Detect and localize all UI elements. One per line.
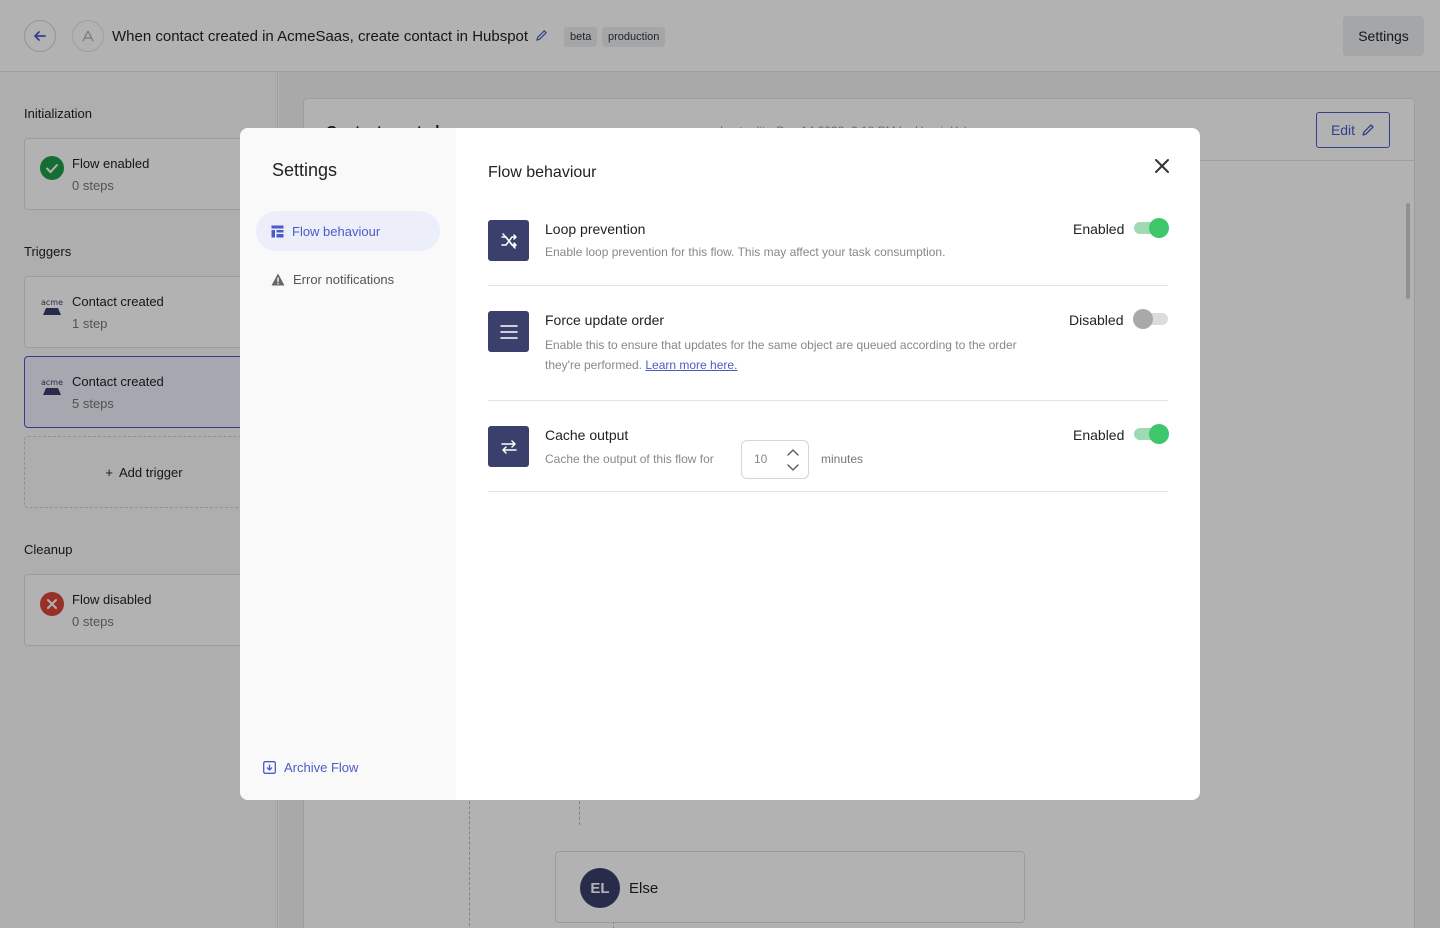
loop-prevention-toggle[interactable] <box>1134 218 1169 238</box>
divider <box>488 285 1168 286</box>
divider <box>488 400 1168 401</box>
divider <box>488 491 1168 492</box>
settings-content: Flow behaviour Loop prevention Enable lo… <box>456 128 1200 800</box>
setting-status: Enabled <box>1073 221 1125 237</box>
list-icon <box>488 311 529 352</box>
stepper-arrows-icon[interactable] <box>787 448 799 472</box>
minutes-unit: minutes <box>821 452 864 466</box>
archive-label: Archive Flow <box>284 760 359 775</box>
stepper-value: 10 <box>754 452 768 466</box>
settings-title: Settings <box>272 160 338 180</box>
swap-icon <box>488 426 529 467</box>
nav-flow-behaviour[interactable]: Flow behaviour <box>256 211 440 251</box>
section-title: Flow behaviour <box>488 164 597 181</box>
cache-output-toggle[interactable] <box>1134 424 1169 444</box>
archive-flow-button[interactable]: Archive Flow <box>263 760 358 775</box>
nav-error-notifications[interactable]: Error notifications <box>256 259 440 299</box>
toggle-knob <box>1133 309 1153 329</box>
close-button[interactable] <box>1152 156 1172 176</box>
nav-label: Error notifications <box>293 271 395 287</box>
setting-description: Enable this to ensure that updates for t… <box>545 335 1025 375</box>
learn-more-link[interactable]: Learn more here. <box>645 358 737 372</box>
setting-title: Cache output <box>545 427 629 443</box>
close-icon <box>1155 159 1169 173</box>
cache-minutes-stepper[interactable]: 10 <box>741 440 809 479</box>
setting-status: Enabled <box>1073 427 1125 443</box>
setting-title: Loop prevention <box>545 221 646 237</box>
setting-description: Enable loop prevention for this flow. Th… <box>545 245 946 259</box>
nav-label: Flow behaviour <box>292 223 381 239</box>
archive-icon <box>263 761 276 774</box>
loop-off-icon <box>488 220 529 261</box>
toggle-knob <box>1149 424 1169 444</box>
force-update-order-toggle[interactable] <box>1133 309 1168 329</box>
setting-description: Cache the output of this flow for <box>545 452 714 466</box>
description-text: Enable this to ensure that updates for t… <box>545 338 1017 372</box>
settings-modal: Settings Flow behaviour Error notificati… <box>240 128 1200 800</box>
layout-icon <box>271 225 284 237</box>
settings-nav: Settings Flow behaviour Error notificati… <box>240 128 456 800</box>
setting-title: Force update order <box>545 312 665 328</box>
setting-status: Disabled <box>1069 312 1124 328</box>
warning-icon <box>271 273 285 285</box>
toggle-knob <box>1149 218 1169 238</box>
